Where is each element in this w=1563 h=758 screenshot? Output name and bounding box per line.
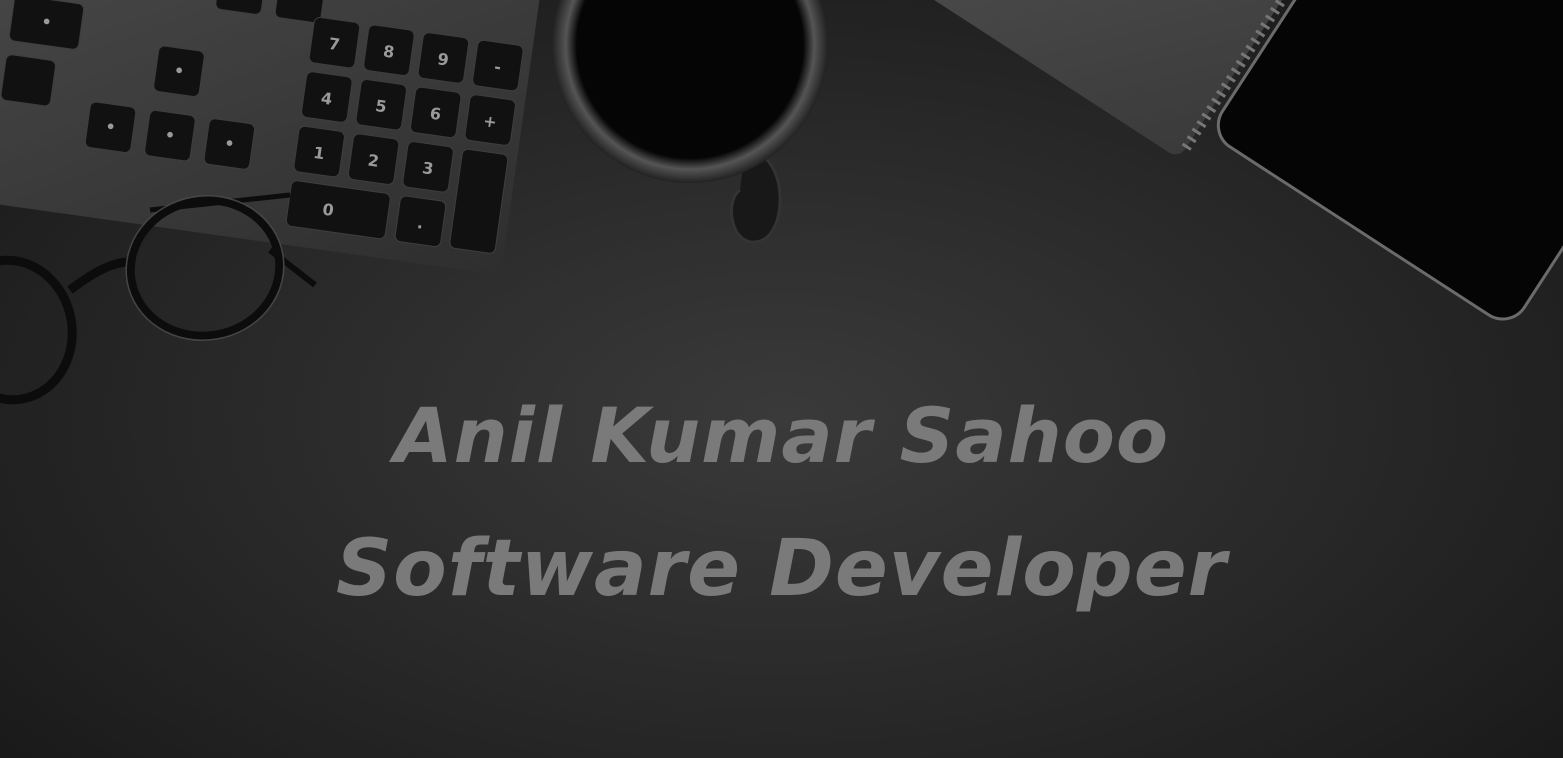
- hero-banner: 7 8 9 - 4 5 6 + 1 2 3 0 . • • • • • Anil…: [0, 0, 1563, 758]
- developer-role: Software Developer: [335, 524, 1228, 614]
- tablet: [1216, 0, 1563, 321]
- svg-text:+: +: [482, 111, 498, 132]
- desk-background-illustration: 7 8 9 - 4 5 6 + 1 2 3 0 . • • • • •: [0, 0, 1563, 405]
- developer-name: Anil Kumar Sahoo: [393, 391, 1170, 480]
- coffee-mug: [552, 0, 828, 244]
